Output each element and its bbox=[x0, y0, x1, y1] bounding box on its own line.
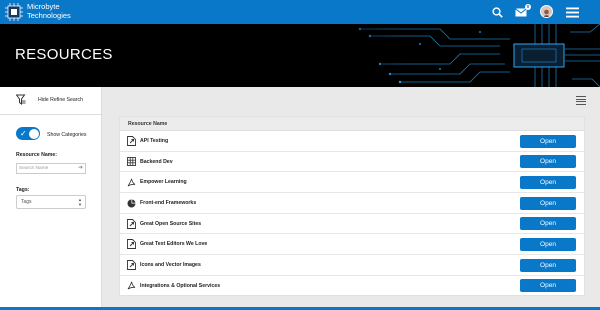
table-row: Icons and Vector Images Open bbox=[120, 255, 584, 276]
column-header-resource-name: Resource Name bbox=[128, 121, 168, 127]
list-view-icon[interactable] bbox=[576, 96, 586, 105]
tags-select[interactable]: Tags ▲ ▼ bbox=[16, 195, 86, 209]
open-button[interactable]: Open bbox=[520, 196, 576, 210]
resource-name-label: Resource Name: bbox=[16, 152, 57, 158]
show-categories-toggle[interactable]: ✓ bbox=[16, 127, 40, 140]
open-button[interactable]: Open bbox=[520, 217, 576, 231]
check-icon: ✓ bbox=[20, 129, 27, 138]
resource-name: Icons and Vector Images bbox=[140, 262, 201, 269]
resource-name: Integrations & Optional Services bbox=[140, 282, 221, 289]
table-row: Great Open Source Sites Open bbox=[120, 214, 584, 235]
sort-caret-icon: ▲ ▼ bbox=[78, 197, 82, 207]
open-button[interactable]: Open bbox=[520, 279, 576, 293]
table-row: Great Text Editors We Love Open bbox=[120, 234, 584, 256]
page-title: RESOURCES bbox=[15, 46, 113, 63]
table-icon bbox=[127, 157, 136, 167]
arrow-right-icon[interactable]: ➜ bbox=[78, 164, 83, 173]
table-row: Backend Dev Open bbox=[120, 152, 584, 173]
chip-logo-icon[interactable] bbox=[4, 2, 24, 22]
table-row: Integrations & Optional Services Open bbox=[120, 276, 584, 297]
open-button[interactable]: Open bbox=[520, 237, 576, 251]
table-header: Resource Name bbox=[120, 117, 584, 131]
brand-line-2: Technologies bbox=[27, 10, 71, 20]
brand-name[interactable]: Microbyte Technologies bbox=[27, 2, 71, 20]
search-name-field: ➜ bbox=[16, 163, 86, 174]
notification-badge: 0 bbox=[525, 4, 531, 10]
resource-name: Great Open Source Sites bbox=[140, 220, 202, 227]
document-link-icon bbox=[127, 260, 136, 271]
resources-table: Resource Name API Testing Open Backend Dev… bbox=[119, 116, 585, 296]
resource-name: Great Text Editors We Love bbox=[140, 241, 208, 248]
circuit-board-image bbox=[300, 24, 600, 87]
divider bbox=[0, 114, 102, 115]
document-link-icon bbox=[127, 218, 136, 229]
resource-name: Backend Dev bbox=[140, 158, 173, 165]
table-row: API Testing Open bbox=[120, 131, 584, 152]
document-link-icon bbox=[127, 136, 136, 146]
pdf-icon bbox=[127, 177, 136, 187]
hide-refine-search-button[interactable] bbox=[15, 92, 26, 110]
resource-name: API Testing bbox=[140, 138, 169, 144]
search-icon[interactable] bbox=[490, 5, 504, 19]
table-row: Front-end Frameworks Open bbox=[120, 193, 584, 214]
open-button[interactable]: Open bbox=[520, 258, 576, 272]
tags-select-value: Tags bbox=[21, 199, 32, 205]
toggle-knob bbox=[28, 128, 39, 139]
refine-search-panel: Hide Refine Search ✓ Show Categories Res… bbox=[0, 87, 102, 310]
filter-icon bbox=[15, 92, 26, 110]
open-button[interactable]: Open bbox=[520, 134, 576, 148]
show-categories-label: Show Categories bbox=[47, 132, 87, 138]
pie-chart-icon bbox=[127, 198, 136, 208]
document-link-icon bbox=[127, 239, 136, 250]
page-banner: RESOURCES bbox=[0, 24, 600, 87]
resource-name: Empower Learning bbox=[140, 179, 187, 186]
resource-name: Front-end Frameworks bbox=[140, 200, 197, 207]
search-input[interactable] bbox=[19, 164, 75, 173]
hamburger-menu-icon[interactable] bbox=[565, 5, 579, 19]
top-bar: Microbyte Technologies 0 bbox=[0, 0, 600, 24]
avatar[interactable] bbox=[540, 5, 553, 18]
table-row: Empower Learning Open bbox=[120, 172, 584, 194]
open-button[interactable]: Open bbox=[520, 155, 576, 169]
tags-label: Tags: bbox=[16, 187, 30, 193]
open-button[interactable]: Open bbox=[520, 175, 576, 189]
hide-refine-search-label[interactable]: Hide Refine Search bbox=[38, 97, 83, 103]
pdf-icon bbox=[127, 281, 136, 291]
